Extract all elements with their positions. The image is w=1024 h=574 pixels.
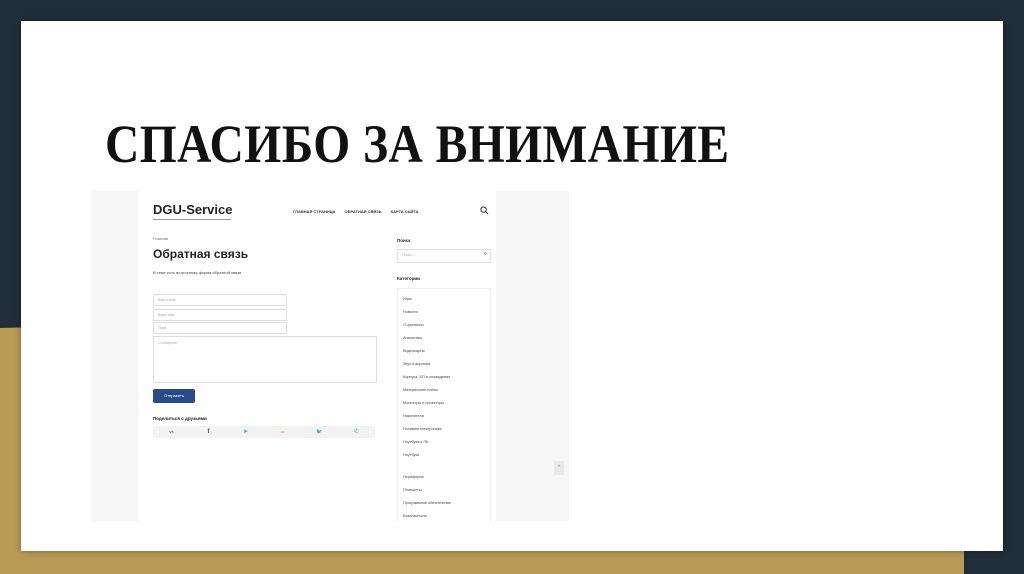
subject-field[interactable]: Тема bbox=[153, 322, 287, 334]
email-placeholder: Ваш e-mail bbox=[158, 298, 176, 302]
category-item[interactable]: IT-финансы bbox=[403, 323, 424, 327]
sidebar-search-placeholder: Поиск... bbox=[402, 253, 415, 257]
name-field[interactable]: Ваше имя bbox=[153, 309, 287, 321]
sidebar-categories-title: Категории bbox=[397, 276, 420, 281]
message-field[interactable]: Сообщение bbox=[153, 336, 377, 383]
scroll-top-button[interactable]: ^ bbox=[554, 461, 564, 475]
share-label: Поделиться с друзьями bbox=[153, 416, 207, 421]
sidebar-search-title: Поиск bbox=[397, 238, 411, 243]
telegram-icon[interactable]: ➤ bbox=[227, 426, 264, 438]
category-item[interactable]: Ноутбуки и ПК bbox=[403, 440, 428, 444]
vk-icon[interactable]: vk bbox=[153, 426, 190, 438]
categories-list: Игры Новости IT-финансы Аналитика Видеок… bbox=[397, 288, 491, 521]
facebook-icon[interactable]: f bbox=[190, 426, 227, 438]
website-page: DGU-Service ГЛАВНАЯ СТРАНИЦА ОБРАТНАЯ СВ… bbox=[138, 191, 496, 521]
category-item[interactable]: Накопители bbox=[403, 414, 424, 418]
nav-item-home[interactable]: ГЛАВНАЯ СТРАНИЦА bbox=[293, 209, 336, 214]
submit-button[interactable]: Отправить bbox=[153, 389, 195, 403]
category-item[interactable]: Аналитика bbox=[403, 336, 422, 340]
odnoklassniki-icon[interactable]: ок bbox=[264, 426, 301, 438]
breadcrumb[interactable]: Главная bbox=[153, 236, 168, 241]
category-item[interactable]: Планшеты bbox=[403, 488, 422, 492]
slide-card: СПАСИБО ЗА ВНИМАНИЕ DGU-Service ГЛАВНАЯ … bbox=[21, 21, 1003, 551]
category-item[interactable]: Материнские платы bbox=[403, 388, 438, 392]
category-item[interactable]: Периферия bbox=[403, 475, 424, 479]
website-screenshot: DGU-Service ГЛАВНАЯ СТРАНИЦА ОБРАТНАЯ СВ… bbox=[91, 191, 569, 521]
category-item[interactable]: Ноутбуки bbox=[403, 453, 419, 457]
category-item[interactable]: Безопасность bbox=[403, 514, 427, 518]
share-bar: vk f ➤ ок 🐦 ✆ bbox=[153, 426, 375, 438]
category-item[interactable]: Носимая электроника bbox=[403, 427, 442, 431]
page-title: Обратная связь bbox=[153, 247, 249, 261]
category-item[interactable]: Программное обеспечение bbox=[403, 501, 451, 505]
nav-item-feedback[interactable]: ОБРАТНАЯ СВЯЗЬ bbox=[345, 209, 382, 214]
nav-item-sitemap[interactable]: КАРТА САЙТА bbox=[391, 209, 419, 214]
category-item[interactable]: Корпуса, БП и охлаждение bbox=[403, 375, 450, 379]
sidebar-search-icon[interactable]: ⌕ bbox=[484, 251, 487, 258]
message-placeholder: Сообщение bbox=[158, 341, 178, 345]
sidebar-search-input[interactable]: Поиск... ⌕ bbox=[397, 249, 491, 263]
subject-placeholder: Тема bbox=[158, 326, 167, 330]
category-item[interactable]: Звук и акустика bbox=[403, 362, 430, 366]
page-description: В теме есть встроенная форма обратной св… bbox=[153, 270, 242, 275]
category-item[interactable]: Игры bbox=[403, 297, 412, 301]
search-icon[interactable] bbox=[480, 206, 490, 216]
slide-title: СПАСИБО ЗА ВНИМАНИЕ bbox=[105, 114, 730, 174]
category-item[interactable]: Видеокарты bbox=[403, 349, 424, 353]
category-item[interactable]: Новости bbox=[403, 310, 418, 314]
whatsapp-icon[interactable]: ✆ bbox=[338, 426, 375, 438]
logo-underline bbox=[153, 219, 231, 220]
site-logo[interactable]: DGU-Service bbox=[153, 202, 232, 217]
category-item[interactable]: Мониторы и проекторы bbox=[403, 401, 444, 405]
name-placeholder: Ваше имя bbox=[158, 313, 175, 317]
email-field[interactable]: Ваш e-mail bbox=[153, 294, 287, 306]
top-nav: ГЛАВНАЯ СТРАНИЦА ОБРАТНАЯ СВЯЗЬ КАРТА СА… bbox=[293, 209, 418, 214]
twitter-icon[interactable]: 🐦 bbox=[301, 426, 338, 438]
